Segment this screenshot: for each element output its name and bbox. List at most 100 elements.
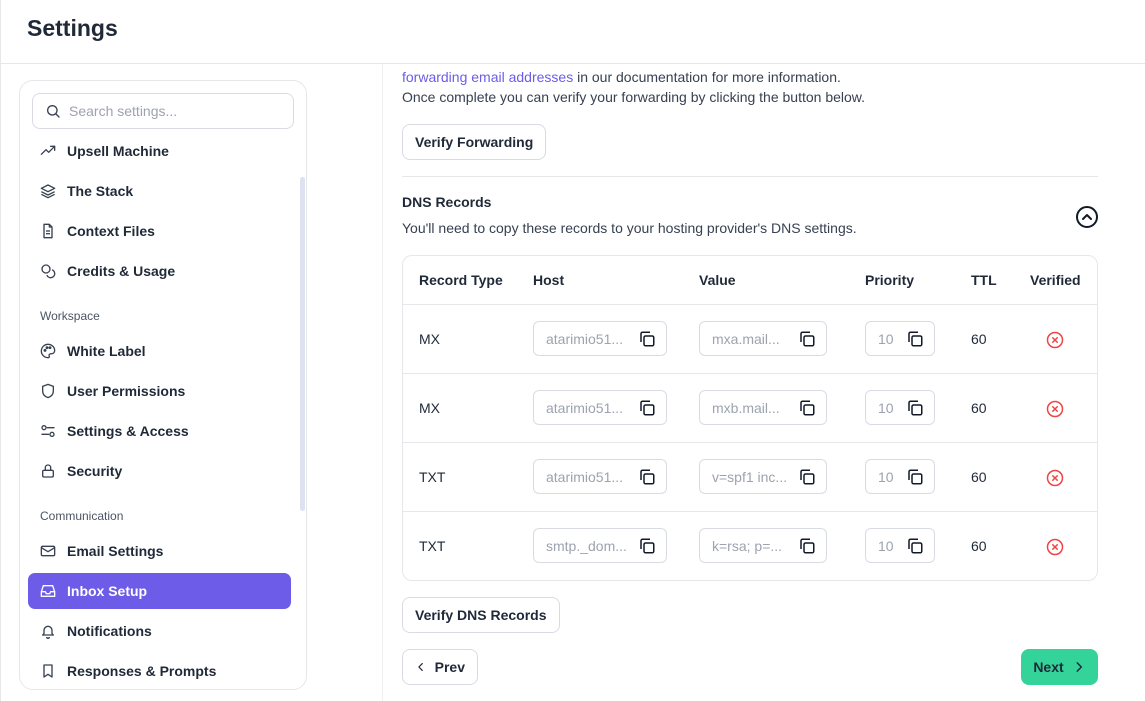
copy-icon[interactable]	[906, 330, 924, 348]
sidebar-item-white-label[interactable]: White Label	[28, 333, 291, 369]
copy-icon[interactable]	[638, 330, 656, 348]
lock-icon	[40, 463, 56, 479]
ttl-value: 60	[971, 469, 987, 485]
priority-field[interactable]: 10	[865, 459, 935, 494]
record-type: TXT	[419, 469, 446, 485]
forwarding-instructions: forwarding email addresses in our docume…	[402, 67, 865, 107]
sidebar-scrollbar[interactable]	[300, 177, 305, 511]
search-box[interactable]	[32, 93, 294, 129]
sidebar-item-upsell-machine[interactable]: Upsell Machine	[28, 133, 291, 169]
copy-icon[interactable]	[798, 468, 816, 486]
next-label: Next	[1033, 659, 1064, 675]
column-header: TTL	[971, 272, 997, 288]
sidebar-item-security[interactable]: Security	[28, 453, 291, 489]
column-header: Record Type	[419, 272, 503, 288]
sidebar-item-responses-prompts[interactable]: Responses & Prompts	[28, 653, 291, 689]
copy-icon[interactable]	[638, 399, 656, 417]
value-field[interactable]: v=spf1 inc...	[699, 459, 827, 494]
main-content: forwarding email addresses in our docume…	[402, 64, 1102, 701]
sidebar-item-inbox-setup[interactable]: Inbox Setup	[28, 573, 291, 609]
sidebar-item-label: Email Settings	[67, 543, 164, 559]
value-field[interactable]: mxa.mail...	[699, 321, 827, 356]
value-field[interactable]: mxb.mail...	[699, 390, 827, 425]
sidebar-item-label: Security	[67, 463, 123, 479]
sidebar-item-the-stack[interactable]: The Stack	[28, 173, 291, 209]
sidebar-item-settings-access[interactable]: Settings & Access	[28, 413, 291, 449]
verify-dns-records-button[interactable]: Verify DNS Records	[402, 597, 560, 633]
error-circle-icon	[1046, 400, 1064, 418]
next-button[interactable]: Next	[1021, 649, 1098, 685]
value-field[interactable]: k=rsa; p=...	[699, 528, 827, 563]
trending-up-icon	[40, 143, 56, 159]
sidebar: Upsell Machine The Stack Context Files C…	[0, 64, 383, 701]
column-header: Value	[699, 272, 736, 288]
error-circle-icon	[1046, 331, 1064, 349]
forwarding-docs-link[interactable]: forwarding email addresses	[402, 69, 573, 85]
copy-icon[interactable]	[798, 399, 816, 417]
priority-field[interactable]: 10	[865, 390, 935, 425]
sliders-icon	[40, 423, 56, 439]
ttl-value: 60	[971, 400, 987, 416]
sidebar-item-credits-usage[interactable]: Credits & Usage	[28, 253, 291, 289]
sidebar-section-communication: Communication	[40, 509, 124, 523]
search-icon	[47, 105, 60, 118]
copy-icon[interactable]	[638, 468, 656, 486]
sidebar-item-label: Upsell Machine	[67, 143, 169, 159]
sidebar-item-label: Responses & Prompts	[67, 663, 217, 679]
palette-icon	[40, 343, 56, 359]
copy-icon[interactable]	[906, 399, 924, 417]
shield-icon	[40, 383, 56, 399]
sidebar-item-label: Credits & Usage	[67, 263, 176, 279]
host-field[interactable]: smtp._dom...	[533, 528, 667, 563]
table-header: Record Type Host Value Priority TTL Veri…	[403, 256, 1097, 305]
host-field[interactable]: atarimio51...	[533, 390, 667, 425]
prev-button[interactable]: Prev	[402, 649, 478, 685]
table-row: TXT atarimio51... v=spf1 inc... 10 60	[403, 443, 1097, 512]
layers-icon	[40, 183, 56, 199]
dns-records-description: You'll need to copy these records to you…	[402, 220, 857, 236]
table-row: MX atarimio51... mxb.mail... 10 60	[403, 374, 1097, 443]
copy-icon[interactable]	[906, 537, 924, 555]
sidebar-item-label: White Label	[67, 343, 146, 359]
top-bar: Settings	[0, 0, 1145, 64]
sidebar-item-label: Context Files	[67, 223, 155, 239]
copy-icon[interactable]	[798, 330, 816, 348]
sidebar-item-label: Inbox Setup	[67, 583, 148, 599]
sidebar-section-workspace: Workspace	[40, 309, 100, 323]
sidebar-item-label: Notifications	[67, 623, 152, 639]
intro-line2: Once complete you can verify your forwar…	[402, 89, 866, 105]
sidebar-item-context-files[interactable]: Context Files	[28, 213, 291, 249]
file-text-icon	[40, 223, 56, 239]
copy-icon[interactable]	[638, 537, 656, 555]
column-header: Verified	[1030, 272, 1081, 288]
record-type: TXT	[419, 538, 446, 554]
ttl-value: 60	[971, 538, 987, 554]
inbox-icon	[40, 583, 56, 599]
sidebar-item-notifications[interactable]: Notifications	[28, 613, 291, 649]
sidebar-item-label: The Stack	[67, 183, 134, 199]
copy-icon[interactable]	[906, 468, 924, 486]
ttl-value: 60	[971, 331, 987, 347]
sidebar-item-user-permissions[interactable]: User Permissions	[28, 373, 291, 409]
prev-label: Prev	[434, 659, 465, 675]
sidebar-nav: Upsell Machine The Stack Context Files C…	[28, 133, 291, 689]
sidebar-item-label: Settings & Access	[67, 423, 189, 439]
error-circle-icon	[1046, 538, 1064, 556]
search-input[interactable]	[69, 103, 269, 119]
coins-icon	[40, 263, 56, 279]
verify-forwarding-button[interactable]: Verify Forwarding	[402, 124, 547, 160]
mail-icon	[40, 543, 56, 559]
record-type: MX	[419, 331, 440, 347]
priority-field[interactable]: 10	[865, 528, 935, 563]
copy-icon[interactable]	[798, 537, 816, 555]
chevron-up-icon[interactable]	[1075, 205, 1099, 229]
host-field[interactable]: atarimio51...	[533, 321, 667, 356]
host-field[interactable]: atarimio51...	[533, 459, 667, 494]
priority-field[interactable]: 10	[865, 321, 935, 356]
section-divider	[402, 176, 1098, 177]
chevron-right-icon	[1076, 662, 1082, 672]
intro-line1-text: in our documentation for more informatio…	[573, 69, 841, 85]
dns-records-title: DNS Records	[402, 194, 492, 210]
sidebar-item-email-settings[interactable]: Email Settings	[28, 533, 291, 569]
bell-icon	[40, 623, 56, 639]
